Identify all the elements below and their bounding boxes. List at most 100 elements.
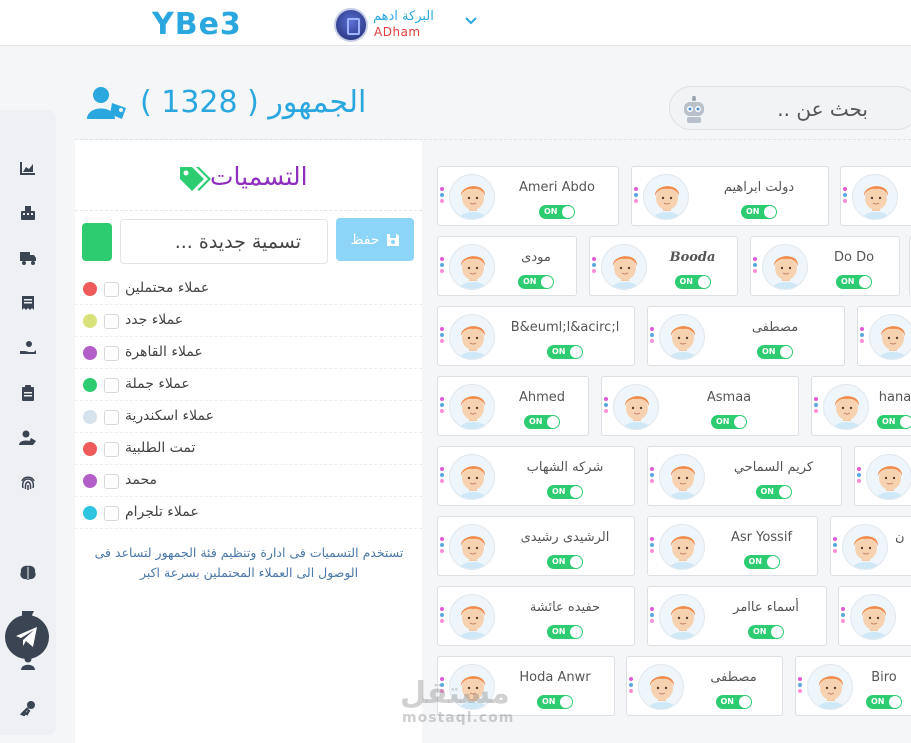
audience-card[interactable]: Biro ON [795, 656, 911, 716]
active-toggle[interactable]: ON [748, 625, 784, 639]
active-toggle[interactable]: ON [743, 555, 780, 569]
tag-row[interactable]: عملاء تلجرام [75, 497, 422, 529]
toggle-knob [766, 556, 779, 568]
user-avatar[interactable] [334, 8, 368, 42]
tag-checkbox[interactable] [104, 346, 119, 361]
tag-checkbox[interactable] [104, 410, 119, 425]
active-toggle[interactable]: ON [524, 415, 560, 429]
app-logo[interactable]: YBe3 [152, 7, 242, 42]
avatar [852, 174, 898, 220]
active-toggle[interactable]: ON [866, 695, 902, 709]
audience-card[interactable]: شركه الشهاب ON [437, 446, 635, 506]
user-tag-icon[interactable] [18, 428, 38, 448]
tag-checkbox[interactable] [104, 474, 119, 489]
active-toggle[interactable]: ON [757, 345, 793, 359]
tag-row[interactable]: تمت الطلبية [75, 433, 422, 465]
active-toggle[interactable]: ON [715, 695, 752, 709]
tag-row[interactable]: عملاء محتملين [75, 273, 422, 305]
tag-checkbox[interactable] [104, 378, 119, 393]
hand-coin-icon[interactable] [18, 338, 38, 358]
avatar [869, 314, 911, 360]
active-toggle[interactable]: ON [547, 485, 583, 499]
chevron-down-icon[interactable] [464, 14, 478, 30]
active-toggle[interactable]: ON [547, 345, 583, 359]
active-toggle[interactable]: ON [537, 695, 573, 709]
tag-row[interactable]: محمد [75, 465, 422, 497]
audience-card[interactable]: Booda ON [589, 236, 738, 296]
toggle-knob [570, 626, 582, 638]
active-toggle[interactable]: ON [741, 205, 777, 219]
tag-row[interactable]: عملاء اسكندرية [75, 401, 422, 433]
toggle-label: ON [753, 627, 767, 636]
keyboard-icon[interactable] [18, 203, 38, 223]
toggle-knob [697, 276, 710, 288]
audience-card[interactable] [838, 586, 911, 646]
tag-label: عملاء تلجرام [125, 504, 199, 520]
tag-label: عملاء محتملين [125, 280, 210, 296]
receipt-icon[interactable] [18, 293, 38, 313]
robot-icon[interactable] [681, 96, 707, 128]
active-toggle[interactable]: ON [755, 485, 792, 499]
audience-card[interactable]: أسماء عاامر ON [647, 586, 827, 646]
active-toggle[interactable]: ON [674, 275, 711, 289]
user-name-english[interactable]: ADham [374, 25, 421, 39]
audience-card[interactable] [857, 306, 911, 366]
card-tag-dots [604, 397, 608, 415]
active-toggle[interactable]: ON [877, 415, 911, 429]
active-toggle[interactable]: ON [711, 415, 747, 429]
save-icon [386, 233, 399, 246]
audience-card[interactable]: Asr Yossif ON [647, 516, 818, 576]
sidebar [0, 110, 56, 735]
avatar [449, 314, 495, 360]
audience-card[interactable]: Ameri Abdo ON [437, 166, 619, 226]
audience-card[interactable]: مودى ON [437, 236, 577, 296]
user-icon[interactable] [18, 653, 38, 673]
audience-card[interactable]: الرشيدى رشيدى ON [437, 516, 635, 576]
tag-checkbox[interactable] [104, 506, 119, 521]
card-tag-dots [440, 537, 444, 555]
user-name-arabic[interactable]: البركة ادهم [373, 9, 434, 24]
flag-icon[interactable] [18, 608, 38, 628]
audience-card[interactable]: hana ON [811, 376, 911, 436]
active-toggle[interactable]: ON [539, 205, 575, 219]
new-tag-input[interactable] [120, 219, 328, 264]
truck-icon[interactable] [18, 248, 38, 268]
audience-card[interactable]: ن [830, 516, 911, 576]
clipboard-icon[interactable] [18, 383, 38, 403]
tag-row[interactable]: عملاء جملة [75, 369, 422, 401]
audience-card[interactable]: مصطفى ON [626, 656, 783, 716]
audience-card[interactable]: كريم السماحي ON [647, 446, 842, 506]
card-name: Asmaa [706, 390, 752, 405]
card-name: Biro [871, 670, 897, 685]
tag-checkbox[interactable] [104, 282, 119, 297]
fingerprint-icon[interactable] [18, 473, 38, 493]
active-toggle[interactable]: ON [547, 555, 583, 569]
save-tag-button[interactable]: حفظ [336, 218, 414, 261]
audience-card[interactable]: B&euml;l&acirc;l ON [437, 306, 635, 366]
chart-icon[interactable] [18, 158, 38, 178]
active-toggle[interactable]: ON [836, 275, 872, 289]
audience-card[interactable]: مصطفى ON [647, 306, 845, 366]
new-tag-color-picker[interactable] [82, 223, 112, 261]
audience-card[interactable]: Ahmed ON [437, 376, 589, 436]
audience-card[interactable] [854, 446, 911, 506]
audience-card[interactable]: Do Do ON [750, 236, 900, 296]
tag-checkbox[interactable] [104, 442, 119, 457]
tag-row[interactable]: عملاء القاهرة [75, 337, 422, 369]
toggle-label: ON [882, 417, 896, 426]
card-name: Do Do [833, 250, 875, 265]
tag-checkbox[interactable] [104, 314, 119, 329]
audience-card[interactable]: Asmaa ON [601, 376, 799, 436]
search-input[interactable]: بحث عن .. [669, 86, 911, 130]
key-icon[interactable] [18, 698, 38, 718]
tag-color-dot [83, 282, 97, 296]
audience-card[interactable]: حفيده عائشة ON [437, 586, 635, 646]
avatar [449, 384, 495, 430]
audience-card[interactable] [840, 166, 911, 226]
active-toggle[interactable]: ON [547, 625, 583, 639]
toggle-knob [771, 626, 783, 638]
tag-row[interactable]: عملاء جدد [75, 305, 422, 337]
active-toggle[interactable]: ON [518, 275, 554, 289]
audience-card[interactable]: دولت ابراهيم ON [631, 166, 829, 226]
brain-icon[interactable] [18, 563, 38, 583]
